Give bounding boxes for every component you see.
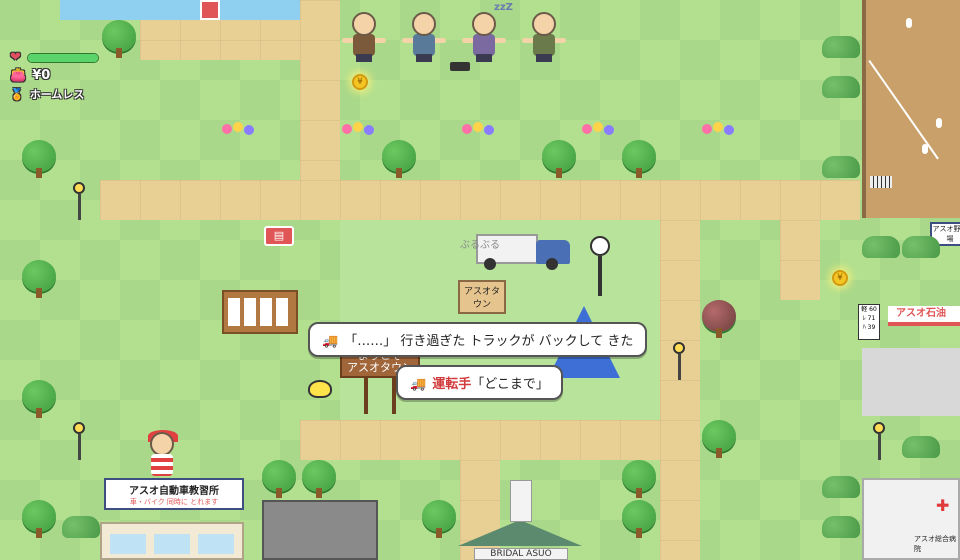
price-row: ﾊ 39 bbox=[862, 324, 876, 331]
bush bbox=[822, 476, 860, 498]
chapel-name: BRIDAL ASUO bbox=[474, 548, 568, 560]
money-value: ¥0 bbox=[32, 68, 51, 83]
tree bbox=[702, 420, 736, 458]
bush bbox=[822, 516, 860, 538]
coin-pickup[interactable]: ¥ bbox=[832, 270, 848, 286]
welcome-sign-post bbox=[364, 378, 368, 414]
flower-bed bbox=[222, 122, 256, 138]
price-row: 軽 60 bbox=[861, 306, 877, 313]
yellow-bird-character[interactable] bbox=[308, 380, 332, 398]
tree bbox=[622, 460, 656, 498]
price-row: ﾚ 71 bbox=[862, 315, 876, 322]
hp-fill bbox=[27, 53, 98, 62]
npc-sleeping-man[interactable] bbox=[402, 10, 446, 62]
radio-icon bbox=[450, 62, 470, 71]
bush bbox=[822, 156, 860, 178]
truck-label-sign: アスオタウン bbox=[458, 280, 506, 314]
info-book-sign[interactable]: ▤ bbox=[264, 226, 294, 246]
road-horizontal-lower bbox=[300, 420, 660, 460]
tree bbox=[102, 20, 136, 58]
street-lamp bbox=[872, 422, 886, 462]
road-vertical-far-right bbox=[780, 220, 820, 300]
tree bbox=[22, 260, 56, 298]
tree bbox=[702, 300, 736, 338]
heart-icon: ❤ bbox=[10, 50, 21, 65]
player-figure bbox=[922, 144, 928, 154]
driving-school-sign[interactable]: アスオ自動車教習所 車・バイク 同時に とれます bbox=[104, 478, 244, 510]
bleachers bbox=[870, 176, 892, 188]
hp-row: ❤ bbox=[10, 50, 99, 65]
player-figure bbox=[936, 118, 942, 128]
speaker-name: 運転手 bbox=[432, 377, 472, 392]
clock-icon bbox=[590, 236, 610, 256]
gas-station[interactable]: アスオ石油 軽 60 ﾚ 71 ﾊ 39 bbox=[858, 300, 960, 418]
price-board: 軽 60 ﾚ 71 ﾊ 39 bbox=[858, 304, 880, 340]
player-figure bbox=[906, 18, 912, 28]
road-vertical-left bbox=[300, 0, 340, 180]
npc-sleeping-man[interactable] bbox=[462, 10, 506, 62]
hospital[interactable]: ✚ アスオ総合病院 bbox=[862, 478, 960, 560]
status-text: ホームレス bbox=[29, 88, 85, 101]
truck-sound: ぶるぶる bbox=[460, 240, 500, 251]
hospital-label: アスオ総合病院 bbox=[914, 535, 956, 553]
npc-sleeping-man[interactable] bbox=[342, 10, 386, 62]
station-floor bbox=[862, 348, 960, 416]
red-flag bbox=[200, 0, 220, 20]
status-row: 🏅 ホームレス bbox=[10, 86, 84, 102]
bush bbox=[822, 36, 860, 58]
tree bbox=[542, 140, 576, 178]
street-lamp bbox=[672, 342, 686, 382]
flower-bed bbox=[702, 122, 736, 138]
truck-icon: 🚚 bbox=[410, 377, 427, 392]
bush bbox=[862, 236, 900, 258]
clock-pole bbox=[598, 256, 602, 296]
baseball-field[interactable]: アスオ野球場 bbox=[862, 0, 960, 246]
flower-bed bbox=[462, 122, 496, 138]
npc-sleeping-man[interactable] bbox=[522, 10, 566, 62]
tree bbox=[302, 460, 336, 498]
driving-school-sub: 車・バイク 同時に とれます bbox=[129, 498, 219, 506]
tree bbox=[622, 140, 656, 178]
street-lamp bbox=[72, 422, 86, 462]
road-horizontal-main bbox=[100, 180, 860, 220]
bulletin-board[interactable] bbox=[222, 290, 298, 334]
wallet-icon: 👛 bbox=[10, 68, 27, 83]
road-vertical-right bbox=[660, 220, 700, 560]
player-character[interactable] bbox=[140, 430, 184, 482]
water bbox=[60, 0, 300, 20]
speech-text: 「どこまで」 bbox=[471, 377, 549, 392]
bush bbox=[902, 436, 940, 458]
flower-bed bbox=[342, 122, 376, 138]
tree bbox=[22, 380, 56, 418]
tree bbox=[382, 140, 416, 178]
medal-icon: 🏅 bbox=[10, 87, 24, 101]
tree bbox=[262, 460, 296, 498]
bush bbox=[62, 516, 100, 538]
driving-school-name: アスオ自動車教習所 bbox=[129, 486, 219, 497]
truck-icon: 🚚 bbox=[322, 334, 339, 349]
gas-station-canopy: アスオ石油 bbox=[888, 306, 960, 326]
bush bbox=[822, 76, 860, 98]
hp-bar bbox=[26, 52, 99, 63]
tree bbox=[422, 500, 456, 538]
money-row: 👛 ¥0 bbox=[10, 68, 50, 83]
bridal-chapel[interactable]: BRIDAL ASUO bbox=[458, 480, 582, 560]
sleep-zzz: zzZ bbox=[494, 2, 513, 13]
coin-pickup[interactable]: ¥ bbox=[352, 74, 368, 90]
narration-bubble[interactable]: 🚚 「……」 行き過ぎた トラックが バックして きた bbox=[308, 322, 648, 357]
bush bbox=[902, 236, 940, 258]
red-cross-icon: ✚ bbox=[936, 496, 950, 515]
speech-bubble[interactable]: 🚚 運転手「どこまで」 bbox=[396, 365, 563, 400]
flower-bed bbox=[582, 122, 616, 138]
narration-text: 「……」 行き過ぎた トラックが バックして きた bbox=[344, 334, 634, 349]
driving-school-building[interactable] bbox=[100, 522, 244, 560]
tree bbox=[622, 500, 656, 538]
field-line bbox=[868, 60, 939, 160]
tree bbox=[22, 140, 56, 178]
street-lamp bbox=[72, 182, 86, 222]
parking-lot bbox=[262, 500, 378, 560]
tree bbox=[22, 500, 56, 538]
